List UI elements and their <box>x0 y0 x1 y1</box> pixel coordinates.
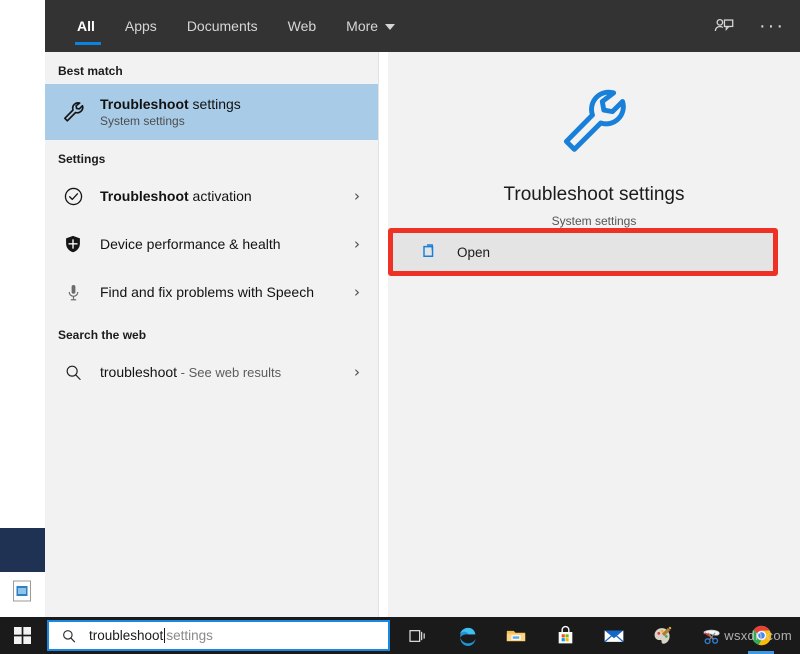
result-text: Find and fix problems with Speech <box>100 284 314 300</box>
chevron-down-icon <box>385 24 395 30</box>
result-settings-device-performance-health[interactable]: Device performance & health › <box>45 220 378 268</box>
check-circle-icon <box>58 181 88 211</box>
result-title: Troubleshoot activation <box>100 188 252 204</box>
result-title-rest: Device performance & health <box>100 236 281 252</box>
open-external-icon <box>421 241 443 263</box>
section-label-search-the-web: Search the web <box>45 316 378 348</box>
shield-icon <box>58 229 88 259</box>
microsoft-store-icon[interactable] <box>545 617 585 654</box>
open-button[interactable]: Open <box>393 233 773 271</box>
results-column: Best match Troubleshoot settings System … <box>45 52 379 617</box>
open-action-wrapper: Open <box>388 228 800 276</box>
section-label-best-match: Best match <box>45 52 378 84</box>
tab-apps[interactable]: Apps <box>125 0 157 52</box>
tab-more[interactable]: More <box>346 0 395 52</box>
result-title: Device performance & health <box>100 236 281 252</box>
paint-icon[interactable] <box>643 617 683 654</box>
tab-apps-label: Apps <box>125 18 157 34</box>
taskbar: troubleshoot settings <box>0 617 800 654</box>
mail-icon[interactable] <box>594 617 634 654</box>
ellipsis-icon[interactable]: ··· <box>758 12 786 40</box>
search-icon <box>58 357 88 387</box>
result-settings-troubleshoot-activation[interactable]: Troubleshoot activation › <box>45 172 378 220</box>
tab-documents-label: Documents <box>187 18 258 34</box>
ellipsis-icon-label: ··· <box>759 21 785 31</box>
task-view-icon[interactable] <box>398 617 438 654</box>
preview-subtitle: System settings <box>388 214 800 228</box>
desktop-window-band <box>0 528 45 572</box>
header-actions: ··· <box>710 0 786 52</box>
result-title: troubleshoot - See web results <box>100 364 281 380</box>
search-icon <box>61 628 77 644</box>
microphone-icon <box>58 277 88 307</box>
file-explorer-icon[interactable] <box>496 617 536 654</box>
result-title-rest: Find and fix problems with Speech <box>100 284 314 300</box>
preview-title: Troubleshoot settings <box>388 184 800 206</box>
web-suffix-text: - See web results <box>177 365 281 380</box>
wrench-icon <box>58 97 88 127</box>
web-query-text: troubleshoot <box>100 364 177 380</box>
document-icon[interactable] <box>12 580 32 602</box>
section-label-settings: Settings <box>45 140 378 172</box>
result-title-match: Troubleshoot <box>100 96 189 112</box>
tab-web[interactable]: Web <box>288 0 317 52</box>
person-feedback-icon[interactable] <box>710 12 738 40</box>
chevron-right-icon[interactable]: › <box>354 363 360 381</box>
taskbar-search-box[interactable]: troubleshoot settings <box>47 620 390 651</box>
result-text: Device performance & health <box>100 236 281 252</box>
watermark: wsxdn.com <box>724 628 792 643</box>
result-text: Troubleshoot activation <box>100 188 252 204</box>
text-cursor <box>164 628 165 643</box>
result-settings-find-fix-speech[interactable]: Find and fix problems with Speech › <box>45 268 378 316</box>
result-best-match-troubleshoot-settings[interactable]: Troubleshoot settings System settings <box>45 84 378 140</box>
tab-all-label: All <box>77 18 95 34</box>
result-title-rest: settings <box>189 96 241 112</box>
windows-start-icon[interactable] <box>0 617 45 654</box>
preview-hero: Troubleshoot settings System settings <box>388 52 800 228</box>
result-title: Troubleshoot settings <box>100 96 241 112</box>
search-flyout: All Apps Documents Web More ··· <box>45 0 800 617</box>
tab-documents[interactable]: Documents <box>187 0 258 52</box>
result-text: Troubleshoot settings System settings <box>100 96 241 128</box>
edge-icon[interactable] <box>447 617 487 654</box>
result-title-match: Troubleshoot <box>100 188 189 204</box>
result-text: troubleshoot - See web results <box>100 364 281 380</box>
open-button-label: Open <box>457 245 490 260</box>
result-web-search-troubleshoot[interactable]: troubleshoot - See web results › <box>45 348 378 396</box>
search-suggestion-text: settings <box>166 628 213 643</box>
chevron-right-icon[interactable]: › <box>354 283 360 301</box>
wrench-icon <box>551 80 637 166</box>
tab-all[interactable]: All <box>77 0 95 52</box>
tab-web-label: Web <box>288 18 317 34</box>
result-subtitle: System settings <box>100 114 241 128</box>
search-tab-strip: All Apps Documents Web More ··· <box>45 0 800 52</box>
result-title-rest: activation <box>189 188 252 204</box>
result-title: Find and fix problems with Speech <box>100 284 314 300</box>
chevron-right-icon[interactable]: › <box>354 235 360 253</box>
search-results-body: Best match Troubleshoot settings System … <box>45 52 800 617</box>
preview-column: Troubleshoot settings System settings Op… <box>388 52 800 617</box>
tab-more-label: More <box>346 18 378 34</box>
chevron-right-icon[interactable]: › <box>354 187 360 205</box>
search-input[interactable]: troubleshoot <box>89 628 163 643</box>
